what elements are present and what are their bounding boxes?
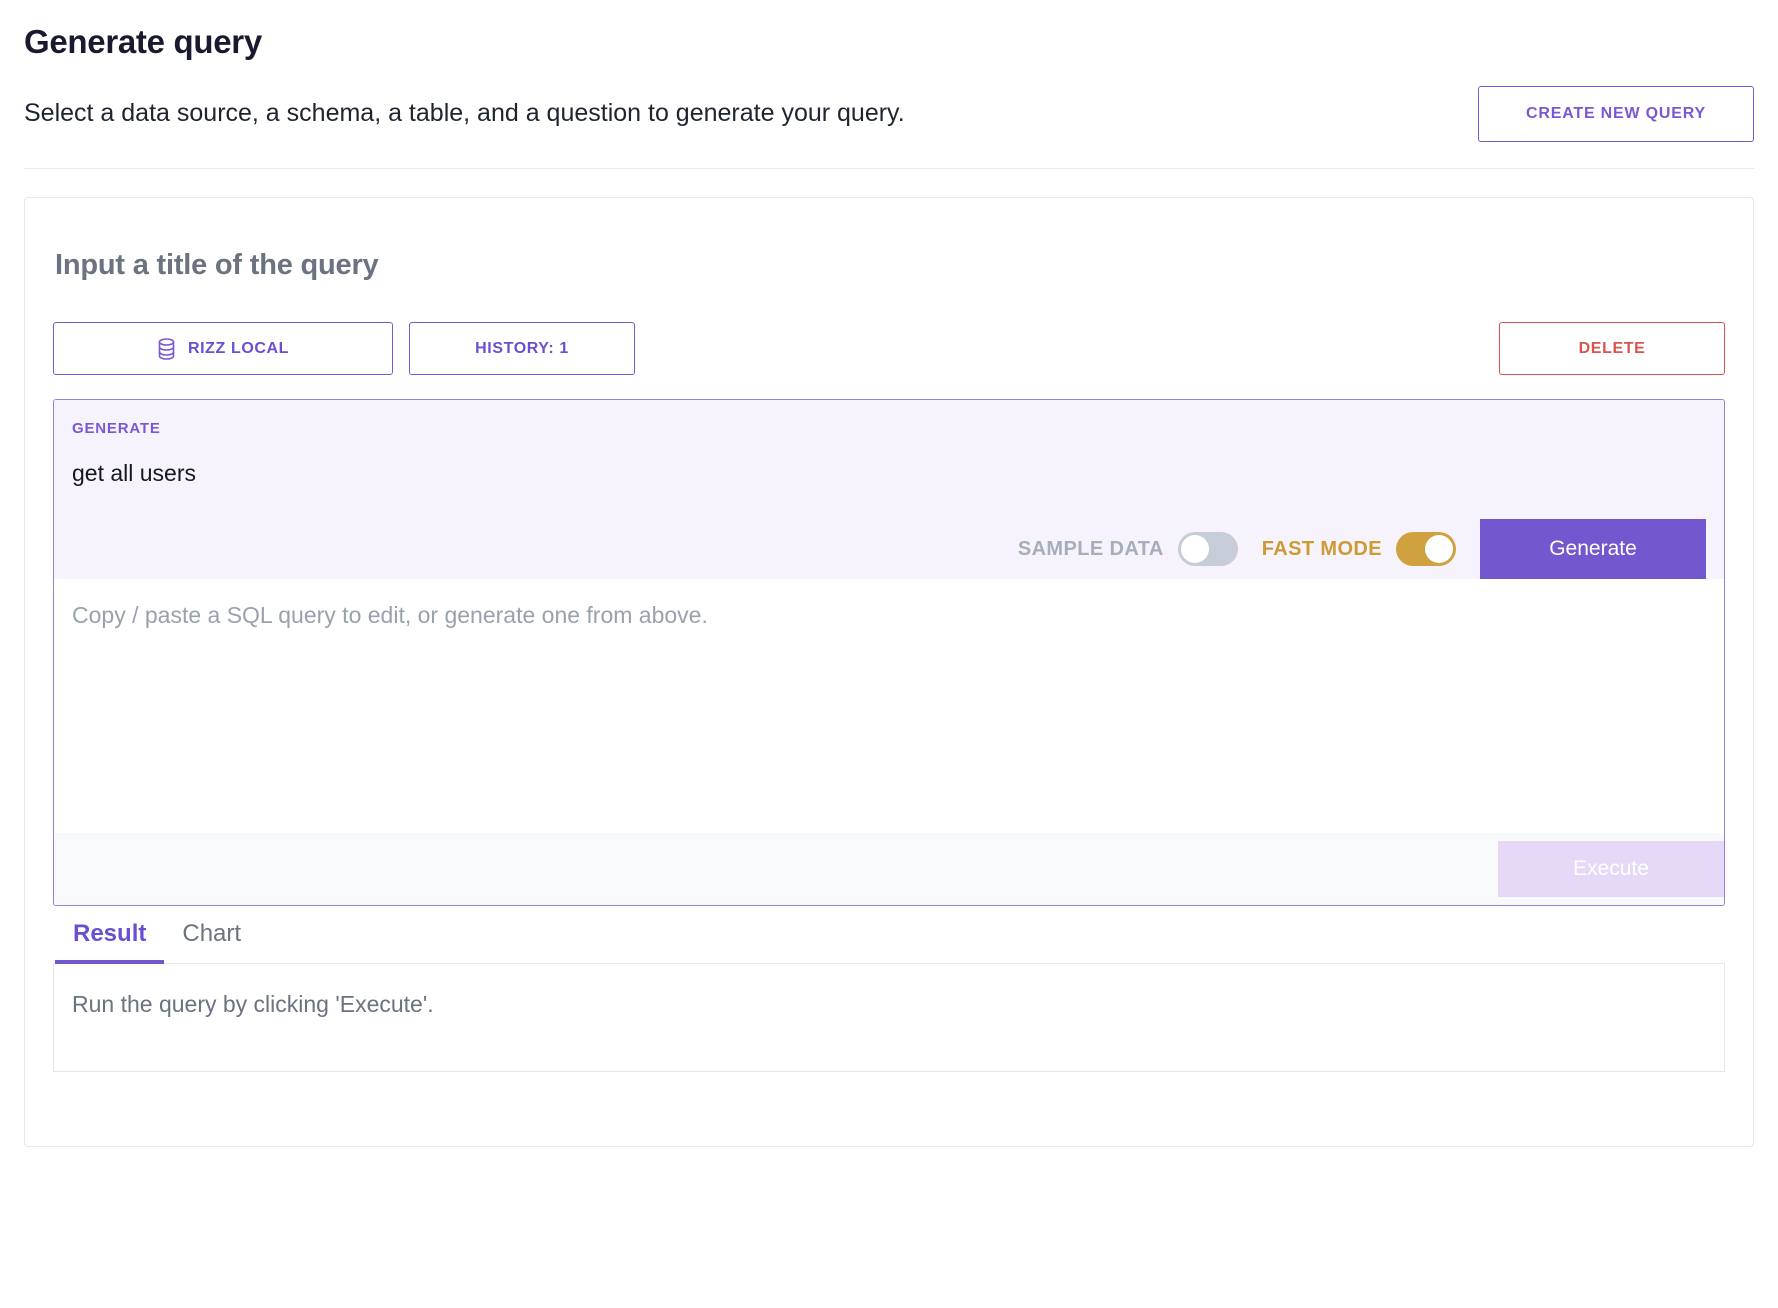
database-icon	[157, 338, 176, 360]
generate-query-page: Generate query Select a data source, a s…	[0, 0, 1778, 1308]
data-source-label: RIZZ LOCAL	[187, 339, 290, 357]
generate-panel: GENERATE get all users SAMPLE DATA FAST …	[53, 399, 1725, 907]
sql-editor-placeholder: Copy / paste a SQL query to edit, or gen…	[72, 602, 708, 629]
generate-prompt-input[interactable]: get all users	[72, 459, 1706, 489]
result-tabs: Result Chart	[53, 906, 1725, 965]
fast-mode-toggle[interactable]	[1396, 532, 1456, 567]
page-header: Generate query Select a data source, a s…	[0, 0, 1778, 169]
sql-editor[interactable]: Copy / paste a SQL query to edit, or gen…	[54, 579, 1724, 834]
data-source-button[interactable]: RIZZ LOCAL	[53, 322, 393, 376]
generate-panel-top: GENERATE get all users SAMPLE DATA FAST …	[54, 400, 1724, 580]
page-title: Generate query	[24, 23, 262, 60]
query-card: Input a title of the query RIZZ LOCAL HI…	[24, 196, 1754, 1147]
sample-data-toggle[interactable]	[1177, 532, 1238, 567]
editor-footer: Execute	[54, 833, 1724, 906]
sample-data-label: SAMPLE DATA	[1017, 537, 1164, 560]
generate-button[interactable]: Generate	[1480, 519, 1706, 580]
create-new-query-button[interactable]: CREATE NEW QUERY	[1478, 85, 1754, 142]
tab-result[interactable]: Result	[55, 906, 165, 965]
delete-button[interactable]: DELETE	[1499, 322, 1725, 376]
toggle-knob-icon	[1425, 535, 1453, 564]
header-subrow: Select a data source, a schema, a table,…	[24, 85, 1754, 169]
query-title-input[interactable]: Input a title of the query	[53, 248, 1725, 283]
fast-mode-toggle-group: FAST MODE	[1261, 532, 1456, 567]
tab-chart[interactable]: Chart	[164, 906, 259, 964]
toggle-knob-icon	[1180, 535, 1209, 564]
generate-label: GENERATE	[72, 420, 161, 438]
generate-controls: SAMPLE DATA FAST MODE Generate	[72, 519, 1706, 580]
execute-button[interactable]: Execute	[1498, 841, 1724, 898]
sample-data-toggle-group: SAMPLE DATA	[1017, 532, 1238, 567]
history-button[interactable]: HISTORY: 1	[409, 322, 635, 376]
query-action-row: RIZZ LOCAL HISTORY: 1 DELETE	[53, 322, 1725, 376]
fast-mode-label: FAST MODE	[1261, 537, 1382, 560]
result-panel: Run the query by clicking 'Execute'.	[53, 964, 1725, 1073]
result-empty-message: Run the query by clicking 'Execute'.	[72, 991, 434, 1018]
page-subtitle: Select a data source, a schema, a table,…	[24, 99, 905, 128]
